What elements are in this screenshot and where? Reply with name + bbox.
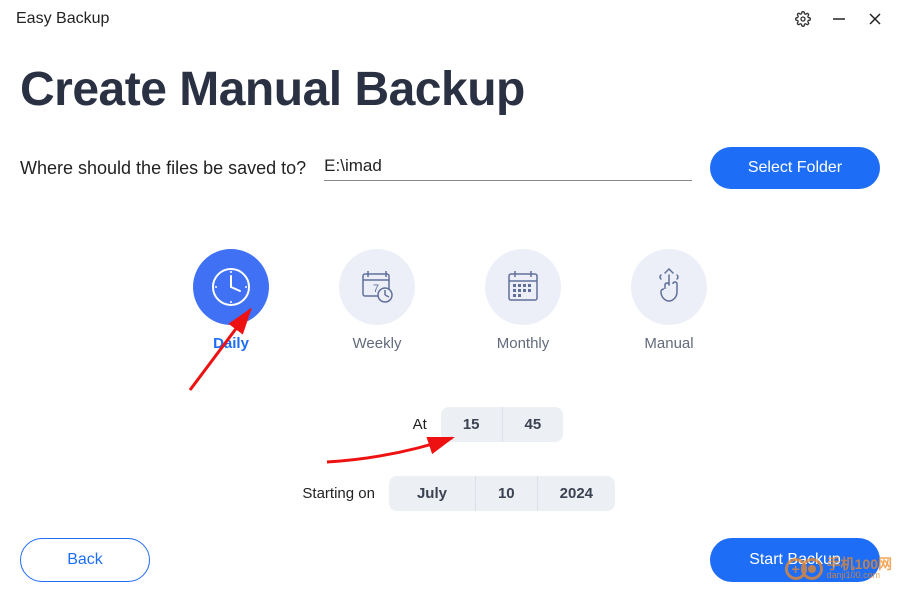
starting-on-row: Starting on July 10 2024	[285, 476, 615, 511]
start-backup-button[interactable]: Start Backup	[710, 538, 880, 582]
clock-icon	[193, 249, 269, 325]
destination-input-wrap	[324, 156, 692, 181]
schedule-option-monthly[interactable]: Monthly	[485, 249, 561, 352]
settings-icon[interactable]	[794, 10, 812, 28]
monthly-calendar-icon	[485, 249, 561, 325]
schedule-label: Weekly	[353, 335, 402, 352]
minute-field[interactable]: 45	[503, 407, 564, 442]
close-icon[interactable]	[866, 10, 884, 28]
destination-input[interactable]	[324, 156, 692, 176]
select-folder-button[interactable]: Select Folder	[710, 147, 880, 189]
page-title: Create Manual Backup	[20, 62, 900, 117]
time-picker: 15 45	[441, 407, 563, 442]
minimize-icon[interactable]	[830, 10, 848, 28]
at-label: At	[337, 416, 427, 433]
manual-hand-icon	[631, 249, 707, 325]
starting-on-label: Starting on	[285, 485, 375, 502]
weekly-calendar-icon: 7	[339, 249, 415, 325]
time-at-row: At 15 45	[337, 407, 563, 442]
schedule-label: Manual	[644, 335, 693, 352]
month-field[interactable]: July	[389, 476, 476, 511]
schedule-label: Daily	[213, 335, 249, 352]
date-picker: July 10 2024	[389, 476, 615, 511]
year-field[interactable]: 2024	[538, 476, 615, 511]
day-field[interactable]: 10	[476, 476, 538, 511]
hour-field[interactable]: 15	[441, 407, 503, 442]
schedule-option-daily[interactable]: Daily	[193, 249, 269, 352]
schedule-option-manual[interactable]: Manual	[631, 249, 707, 352]
schedule-options: Daily 7 Weekly	[0, 249, 900, 352]
app-title: Easy Backup	[16, 10, 109, 28]
schedule-option-weekly[interactable]: 7 Weekly	[339, 249, 415, 352]
window-controls	[794, 10, 884, 28]
destination-label: Where should the files be saved to?	[20, 158, 306, 179]
schedule-label: Monthly	[497, 335, 550, 352]
back-button[interactable]: Back	[20, 538, 150, 582]
